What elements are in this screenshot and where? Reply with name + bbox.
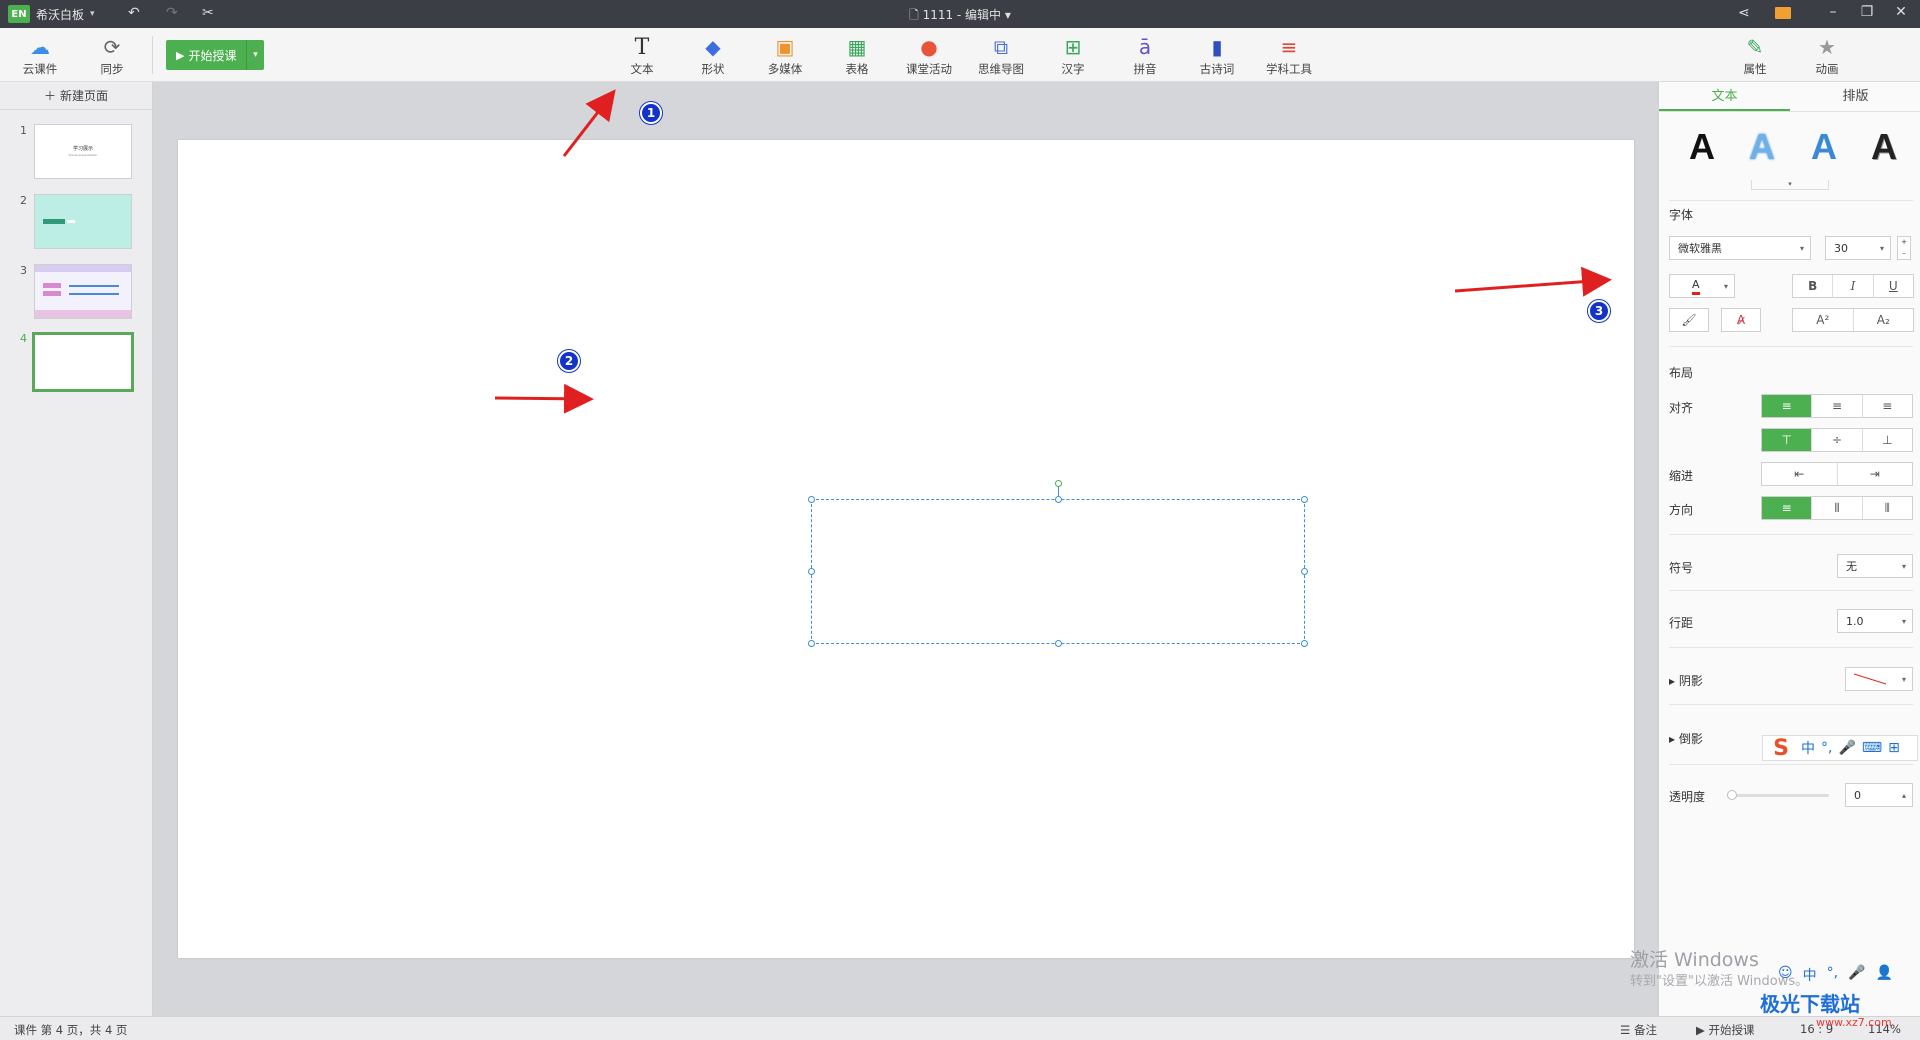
site-url: www.xz7.com [1816,1016,1892,1029]
annotation-marker-1: 1 [640,102,662,124]
punctuation-icon[interactable]: °, [1821,740,1832,756]
punctuation-icon[interactable]: °, [1827,965,1838,985]
sogou-logo-icon: S [1773,735,1789,761]
ime-mode[interactable]: 中 [1801,738,1815,758]
annotation-arrow-2 [494,383,594,414]
annotation-arrow-1 [562,89,616,157]
keyboard-icon[interactable]: ⌨ [1862,740,1882,756]
apps-icon[interactable]: ⊞ [1888,740,1900,756]
annotation-arrow-3 [1454,266,1612,297]
annotation-marker-3: 3 [1588,300,1610,322]
notes-button[interactable]: ☰ 备注 [1620,1022,1657,1038]
activate-windows-title: 激活 Windows [1630,949,1759,971]
ime-toolbar[interactable]: S 中 °, 🎤 ⌨ ⊞ [1762,735,1918,761]
status-start-button[interactable]: ▶ 开始授课 [1696,1022,1755,1038]
user-icon[interactable]: 👤 [1876,965,1893,985]
ime-tray: ☺ 中 °, 🎤 👤 [1778,965,1893,985]
mic-icon[interactable]: 🎤 [1838,740,1855,756]
annotation-marker-2: 2 [558,350,580,372]
status-bar: 课件 第 4 页，共 4 页 ☰ 备注 ▶ 开始授课 16 : 9 114% [0,1016,1920,1040]
site-watermark: 极光下载站 [1760,992,1860,1016]
ime-emoji-icon[interactable]: ☺ [1778,965,1793,985]
mic-icon[interactable]: 🎤 [1848,965,1865,985]
annotation-arrows [494,89,1612,414]
page-info: 课件 第 4 页，共 4 页 [14,1023,128,1037]
